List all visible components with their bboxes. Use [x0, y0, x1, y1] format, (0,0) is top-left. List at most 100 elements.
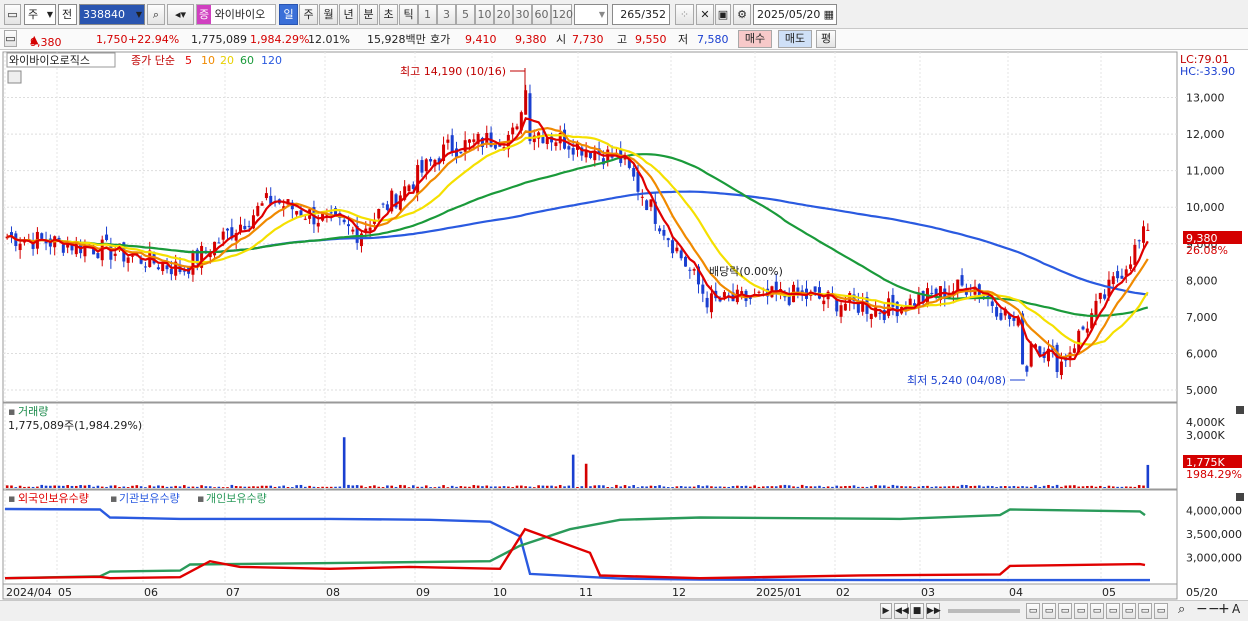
interval-60[interactable]: 60 — [532, 4, 551, 25]
volume-bar — [528, 486, 532, 488]
volume-bar — [122, 486, 126, 488]
layout-icon[interactable]: ▭ — [1042, 603, 1056, 619]
period-tick[interactable]: 틱 — [399, 4, 418, 25]
gear-icon[interactable]: ⚙ — [733, 4, 751, 25]
interval-1[interactable]: 1 — [418, 4, 437, 25]
sell-button[interactable]: 매도 — [778, 30, 812, 48]
grid-icon[interactable]: ⁘ — [675, 4, 694, 25]
volume-bar — [446, 487, 450, 488]
volume-bar — [489, 486, 493, 488]
period-week[interactable]: 주 — [299, 4, 318, 25]
zoom-slider[interactable] — [948, 609, 1020, 613]
code-input[interactable]: 338840 ▼ — [79, 4, 145, 25]
layout-icon[interactable]: ▭ — [1026, 603, 1040, 619]
layout-icon[interactable]: ▭ — [1138, 603, 1152, 619]
volume-bar — [53, 485, 56, 488]
interval-10[interactable]: 10 — [475, 4, 494, 25]
volume-bar — [580, 486, 584, 488]
institution-legend: 기관보유수량 — [119, 492, 180, 505]
stop-icon[interactable]: ■ — [910, 603, 924, 619]
x-tick-label: 03 — [921, 586, 935, 599]
fast-forward-icon[interactable]: ▶▶ — [926, 603, 941, 619]
candle-body — [221, 231, 225, 240]
pane-close-icon[interactable] — [1236, 493, 1244, 501]
auto-scale-icon[interactable]: A — [1232, 602, 1240, 616]
period-minute[interactable]: 분 — [359, 4, 378, 25]
layout-icon[interactable]: ▭ — [1154, 603, 1168, 619]
period-year[interactable]: 년 — [339, 4, 358, 25]
zoom-in-icon[interactable]: + — [1218, 601, 1230, 617]
interval-3[interactable]: 3 — [437, 4, 456, 25]
count-total: /352 — [641, 8, 666, 21]
period-month[interactable]: 월 — [319, 4, 338, 25]
volume-bar — [455, 486, 458, 488]
chart-area[interactable]: 13,000 12,000 11,000 10,000 9,000 8,000 7,000 6… — [0, 51, 1248, 621]
volume-bar — [70, 485, 74, 488]
volume-bar — [442, 485, 445, 488]
layout-icon[interactable]: ▭ — [1074, 603, 1088, 619]
volume-bar — [515, 485, 519, 488]
volume-bar — [978, 485, 981, 488]
search-icon[interactable]: ⌕ — [147, 4, 165, 25]
cross-icon[interactable]: ✕ — [696, 4, 714, 25]
calendar-icon[interactable]: ▦ — [824, 5, 834, 24]
market-select[interactable]: 주 ▼ — [24, 4, 56, 25]
scroll-right-icon[interactable]: ▶ — [880, 603, 892, 619]
layout-icon[interactable]: ▭ — [1106, 603, 1120, 619]
volume-bar — [878, 485, 882, 488]
save-icon[interactable]: ▣ — [715, 4, 731, 25]
volume-bar — [593, 485, 597, 488]
pane-close-icon[interactable] — [1236, 406, 1244, 414]
interval-120[interactable]: 120 — [551, 4, 573, 25]
volume-bar — [1055, 484, 1059, 488]
candle-body — [264, 193, 268, 199]
search-icon[interactable]: ⌕ — [1178, 602, 1185, 617]
price-chart-svg[interactable]: 13,00012,00011,00010,0009,0008,0007,0006… — [0, 51, 1248, 600]
count-input[interactable]: 265/352 — [612, 4, 670, 25]
volume-bar — [208, 486, 212, 488]
window-icon[interactable]: ▭ — [4, 4, 21, 25]
speaker-icon[interactable]: ◂▾ — [167, 4, 194, 25]
volume-bar — [79, 485, 82, 488]
volume-bar — [463, 486, 467, 488]
volume-bar — [545, 485, 549, 488]
interval-30[interactable]: 30 — [513, 4, 532, 25]
rewind-icon[interactable]: ◀◀ — [894, 603, 909, 619]
volume-bar — [96, 485, 100, 488]
candle-body — [463, 140, 467, 152]
layout-icon[interactable]: ▭ — [1058, 603, 1072, 619]
custom-interval-select[interactable]: ▼ — [574, 4, 608, 25]
candle-body — [260, 203, 264, 206]
candle-body — [662, 229, 666, 236]
period-day[interactable]: 일 — [279, 4, 298, 25]
candle-body — [632, 168, 636, 177]
eval-button[interactable]: 평 — [816, 30, 836, 48]
period-second[interactable]: 초 — [379, 4, 398, 25]
trade-amount: 15,928백만 — [367, 33, 426, 46]
volume-bar — [321, 486, 324, 488]
volume-bar — [558, 484, 562, 488]
y-tick-label: 10,000 — [1186, 201, 1225, 214]
table-icon[interactable] — [7, 70, 22, 84]
candle-body — [243, 225, 247, 230]
candle-body — [757, 291, 761, 293]
candle-body — [420, 160, 424, 173]
interval-20[interactable]: 20 — [494, 4, 513, 25]
ma5-legend: 5 — [185, 54, 192, 67]
price-pane — [2, 51, 1178, 403]
layout-icon[interactable]: ▭ — [1122, 603, 1136, 619]
volume-bar — [66, 485, 69, 488]
layout-icon[interactable]: ▭ — [1090, 603, 1104, 619]
stock-name-box[interactable]: 증 와이바이오 — [196, 4, 276, 25]
interval-5[interactable]: 5 — [456, 4, 475, 25]
window-icon[interactable]: ▭ — [4, 30, 17, 47]
date-input[interactable]: 2025/05/20 ▦ — [753, 4, 837, 25]
volume-bar — [252, 486, 255, 488]
zoom-out-icon[interactable]: − — [1196, 601, 1208, 617]
prefix-select[interactable]: 전 — [58, 4, 77, 25]
volume-bar — [895, 485, 899, 488]
candle-body — [113, 253, 117, 256]
volume-bar — [870, 486, 873, 488]
volume-bar — [511, 487, 514, 488]
buy-button[interactable]: 매수 — [738, 30, 772, 48]
